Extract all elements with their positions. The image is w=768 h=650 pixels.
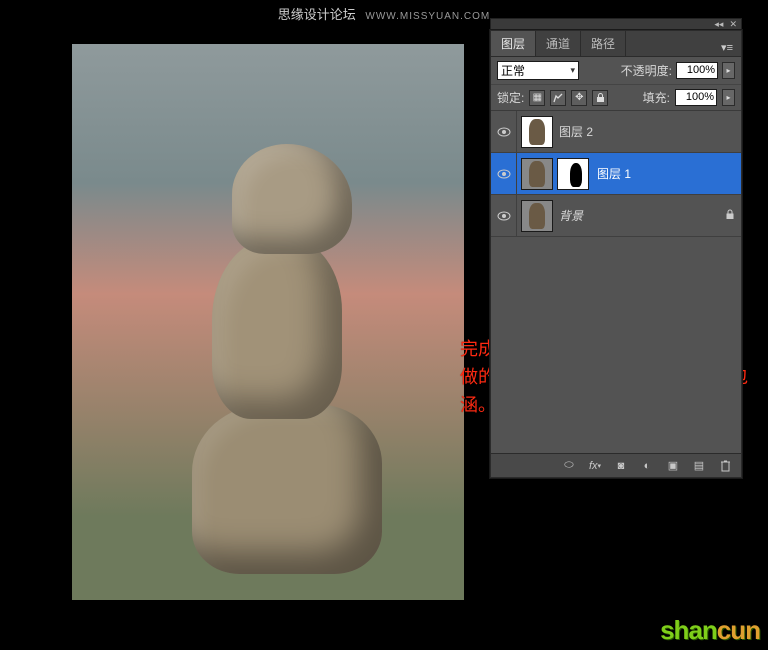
layer-thumbnail[interactable]	[521, 200, 553, 232]
layer-row[interactable]: 图层 1	[491, 153, 741, 195]
watermark-site: WWW.MISSYUAN.COM	[365, 11, 490, 22]
fill-flyout-icon[interactable]: ▸	[722, 89, 735, 106]
panel-footer: ⬭ fx▾ ◙ ◐ ▣ ▤	[491, 453, 741, 477]
panel-title-bar[interactable]: ◂◂ ✕	[490, 18, 742, 30]
eye-icon	[497, 169, 511, 179]
new-group-icon[interactable]: ▣	[665, 458, 681, 474]
layer-row[interactable]: 背景	[491, 195, 741, 237]
trash-icon[interactable]	[717, 458, 733, 474]
watermark-logo: shancun	[660, 615, 760, 646]
lock-all-icon[interactable]	[592, 90, 608, 106]
layer-mask-thumbnail[interactable]	[557, 158, 589, 190]
fill-label: 填充:	[643, 89, 670, 106]
blend-mode-select[interactable]: 正常 ▾	[497, 61, 579, 80]
panel-menu-icon[interactable]: ▾≡	[717, 39, 737, 56]
eye-icon	[497, 127, 511, 137]
collapse-icon[interactable]: ◂◂	[714, 20, 723, 29]
opacity-flyout-icon[interactable]: ▸	[722, 62, 735, 79]
logo-part2: cun	[717, 615, 760, 645]
layer-row[interactable]: 图层 2	[491, 111, 741, 153]
statue-image	[192, 144, 402, 584]
visibility-toggle[interactable]	[491, 153, 517, 194]
layer-thumbnail[interactable]	[521, 116, 553, 148]
blend-opacity-row: 正常 ▾ 不透明度: 100% ▸	[491, 57, 741, 85]
chevron-down-icon: ▾	[570, 65, 575, 76]
opacity-input[interactable]: 100%	[676, 62, 718, 79]
lock-icon	[725, 209, 735, 223]
document-canvas[interactable]	[72, 44, 464, 600]
opacity-label: 不透明度:	[621, 62, 672, 79]
layer-name[interactable]: 图层 2	[559, 123, 593, 140]
layer-thumbnail[interactable]	[521, 158, 553, 190]
fx-icon[interactable]: fx▾	[587, 458, 603, 474]
link-layers-icon[interactable]: ⬭	[561, 458, 577, 474]
add-mask-icon[interactable]: ◙	[613, 458, 629, 474]
layer-name[interactable]: 图层 1	[597, 165, 631, 182]
lock-pixels-icon[interactable]	[550, 90, 566, 106]
lock-transparent-icon[interactable]: ▦	[529, 90, 545, 106]
tab-layers[interactable]: 图层	[491, 30, 536, 56]
visibility-toggle[interactable]	[491, 111, 517, 152]
blend-mode-value: 正常	[501, 62, 525, 79]
layer-name[interactable]: 背景	[559, 207, 583, 224]
lock-position-icon[interactable]: ✥	[571, 90, 587, 106]
panel-tabs: 图层 通道 路径 ▾≡	[491, 31, 741, 57]
layer-list: 图层 2 图层 1 背景	[491, 111, 741, 237]
new-layer-icon[interactable]: ▤	[691, 458, 707, 474]
watermark-title: 思缘设计论坛	[278, 7, 356, 22]
tab-channels[interactable]: 通道	[536, 31, 581, 56]
tab-paths[interactable]: 路径	[581, 31, 626, 56]
layers-panel: 图层 通道 路径 ▾≡ 正常 ▾ 不透明度: 100% ▸ 锁定: ▦ ✥ 填充…	[490, 30, 742, 478]
lock-label: 锁定:	[497, 89, 524, 106]
adjustment-layer-icon[interactable]: ◐	[639, 458, 655, 474]
visibility-toggle[interactable]	[491, 195, 517, 236]
logo-part1: shan	[660, 615, 717, 645]
fill-input[interactable]: 100%	[675, 89, 717, 106]
eye-icon	[497, 211, 511, 221]
close-icon[interactable]: ✕	[729, 20, 737, 29]
lock-fill-row: 锁定: ▦ ✥ 填充: 100% ▸	[491, 85, 741, 111]
